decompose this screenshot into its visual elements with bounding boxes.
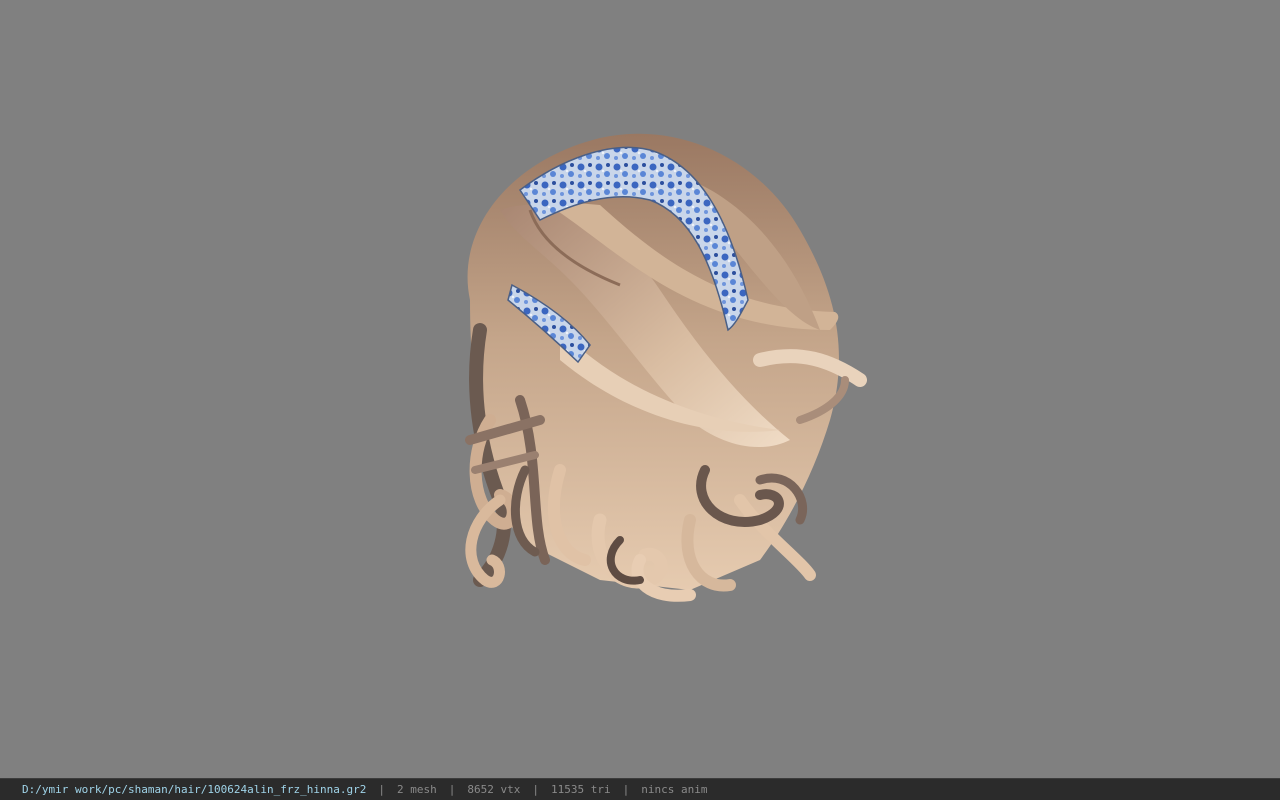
hair-model[interactable] bbox=[0, 0, 1280, 778]
animation-status: nincs anim bbox=[641, 783, 708, 796]
mesh-count: 2 mesh bbox=[397, 783, 437, 796]
file-path: D:/ymir work/pc/shaman/hair/100624alin_f… bbox=[22, 783, 367, 796]
status-bar: D:/ymir work/pc/shaman/hair/100624alin_f… bbox=[0, 778, 1280, 800]
separator: | bbox=[378, 783, 385, 796]
triangle-count: 11535 tri bbox=[550, 783, 611, 796]
separator: | bbox=[622, 783, 630, 796]
vertex-count: 8652 vtx bbox=[467, 783, 521, 796]
separator: | bbox=[532, 783, 539, 796]
separator: | bbox=[448, 783, 456, 796]
3d-viewport[interactable] bbox=[0, 0, 1280, 778]
